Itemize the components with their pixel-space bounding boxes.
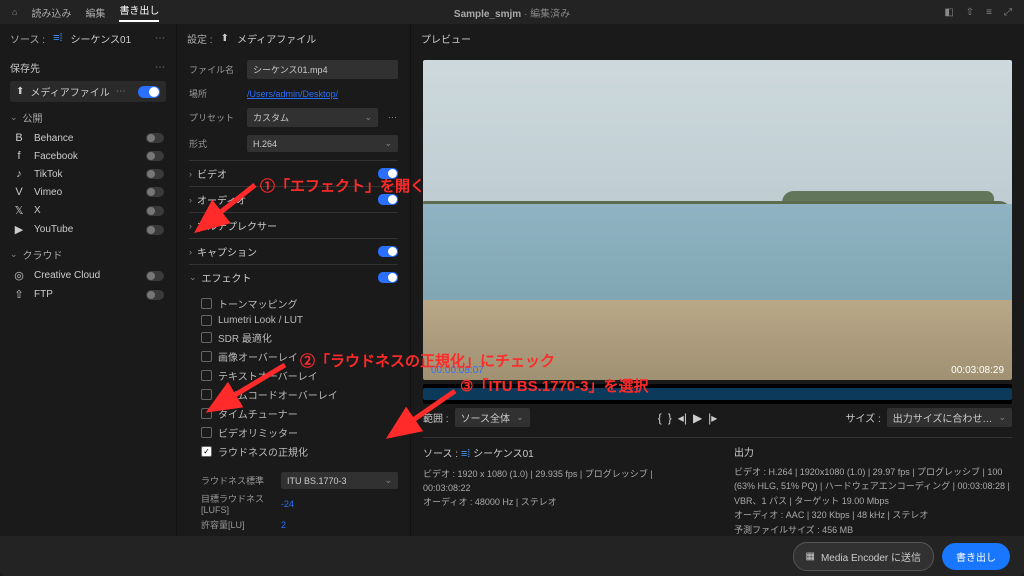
section-video[interactable]: ›ビデオ bbox=[189, 160, 398, 186]
tolerance-value[interactable]: 2 bbox=[281, 520, 286, 530]
preview-viewport[interactable]: 00:00:08:07 00:03:08:29 bbox=[423, 60, 1012, 380]
bar-icon[interactable]: ≡ bbox=[986, 7, 992, 18]
source-more-icon[interactable]: ⋯ bbox=[155, 33, 166, 44]
mf-more-icon[interactable]: ⋯ bbox=[116, 86, 127, 97]
check-video-limiter[interactable]: ビデオリミッター bbox=[201, 423, 398, 442]
share-icon[interactable]: ⇧ bbox=[966, 7, 974, 18]
source-header: ソース : ≡⁞ シーケンス01 ⋯ bbox=[0, 24, 176, 52]
target-loudness-value[interactable]: -24 bbox=[281, 499, 294, 509]
loudness-standard-select[interactable]: ITU BS.1770-3⌄ bbox=[281, 472, 398, 489]
group-cloud[interactable]: ⌄クラウド bbox=[10, 247, 166, 262]
set-in-icon[interactable]: { bbox=[658, 411, 662, 425]
scrub-bar[interactable] bbox=[423, 384, 1012, 404]
send-to-media-encoder-button[interactable]: ▦Media Encoder に送信 bbox=[793, 542, 935, 571]
upload-icon: ⬆ bbox=[16, 86, 24, 97]
app-icon: ⌂ bbox=[12, 7, 17, 17]
dest-facebook[interactable]: fFacebook bbox=[10, 147, 166, 165]
size-select[interactable]: 出力サイズに合わせ…⌄ bbox=[887, 408, 1012, 427]
info-src-video: ビデオ : 1920 x 1080 (1.0) | 29.935 fps | プ… bbox=[423, 467, 694, 496]
media-encoder-icon: ▦ bbox=[806, 551, 815, 562]
dest-behance[interactable]: BBehance bbox=[10, 129, 166, 147]
workspace-icon[interactable]: ◧ bbox=[944, 7, 953, 18]
info-out-size: 予測ファイルサイズ : 456 MB bbox=[734, 523, 1012, 537]
section-caption[interactable]: ›キャプション bbox=[189, 238, 398, 264]
footer: ▦Media Encoder に送信 書き出し bbox=[0, 536, 1024, 576]
check-tone[interactable]: トーンマッピング bbox=[201, 294, 398, 313]
toggle-off[interactable] bbox=[146, 133, 164, 143]
timecode-right: 00:03:08:29 bbox=[951, 365, 1004, 376]
caption-toggle[interactable] bbox=[378, 246, 398, 257]
creative-cloud-icon: ◎ bbox=[12, 269, 26, 282]
video-toggle[interactable] bbox=[378, 168, 398, 179]
behance-icon: B bbox=[12, 132, 26, 144]
tab-import[interactable]: 読み込み bbox=[31, 5, 71, 20]
media-file-toggle[interactable] bbox=[138, 86, 160, 98]
preview-pane: 00:00:08:07 00:03:08:29 範囲 : ソース全体⌄ { } … bbox=[410, 52, 1024, 536]
facebook-icon: f bbox=[12, 150, 26, 162]
sequence-icon: ≡⁞ bbox=[53, 32, 62, 44]
tab-edit[interactable]: 編集 bbox=[85, 5, 105, 20]
dest-vimeo[interactable]: VVimeo bbox=[10, 183, 166, 201]
source-name: シーケンス01 bbox=[71, 31, 132, 46]
range-select[interactable]: ソース全体⌄ bbox=[455, 408, 530, 427]
save-to-label: 保存先 bbox=[10, 60, 40, 75]
dest-ftp[interactable]: ⇧FTP bbox=[10, 285, 166, 304]
tiktok-icon: ♪ bbox=[12, 168, 26, 180]
dest-creative-cloud[interactable]: ◎Creative Cloud bbox=[10, 266, 166, 285]
check-time-tuner[interactable]: タイムチューナー bbox=[201, 404, 398, 423]
check-sdr[interactable]: SDR 最適化 bbox=[201, 328, 398, 347]
location-link[interactable]: /Users/admin/Desktop/ bbox=[247, 89, 338, 99]
set-out-icon[interactable]: } bbox=[668, 411, 672, 425]
info-out-audio: オーディオ : AAC | 320 Kbps | 48 kHz | ステレオ bbox=[734, 508, 1012, 522]
audio-toggle[interactable] bbox=[378, 194, 398, 205]
step-fwd-icon[interactable]: |▸ bbox=[708, 411, 717, 425]
filename-input[interactable]: シーケンス01.mp4 bbox=[247, 60, 398, 79]
section-effects[interactable]: ⌄エフェクト bbox=[189, 264, 398, 290]
preview-title: プレビュー bbox=[421, 31, 471, 46]
fullscreen-icon[interactable]: ⤢ bbox=[1004, 7, 1012, 18]
save-more-icon[interactable]: ⋯ bbox=[155, 62, 166, 73]
check-image-overlay[interactable]: 画像オーバーレイ bbox=[201, 347, 398, 366]
play-icon[interactable]: ▶ bbox=[693, 411, 702, 425]
section-multiplexer[interactable]: ›マルチプレクサー bbox=[189, 212, 398, 238]
dest-x[interactable]: 𝕏X bbox=[10, 201, 166, 220]
tab-export[interactable]: 書き出し bbox=[119, 2, 159, 22]
check-timecode-overlay[interactable]: タイムコードオーバーレイ bbox=[201, 385, 398, 404]
check-loudness-normalization[interactable]: ✓ラウドネスの正規化 bbox=[201, 442, 398, 461]
media-file-item[interactable]: ⬆ メディアファイル ⋯ bbox=[10, 81, 166, 102]
preset-select[interactable]: カスタム⌄ bbox=[247, 108, 378, 127]
section-audio[interactable]: ›オーディオ bbox=[189, 186, 398, 212]
check-lut[interactable]: Lumetri Look / LUT bbox=[201, 313, 398, 328]
target-loudness-label: 目標ラウドネス[LUFS] bbox=[201, 492, 273, 515]
dest-tiktok[interactable]: ♪TikTok bbox=[10, 165, 166, 183]
effects-toggle[interactable] bbox=[378, 272, 398, 283]
info-src-audio: オーディオ : 48000 Hz | ステレオ bbox=[423, 495, 694, 509]
ftp-icon: ⇧ bbox=[12, 288, 26, 301]
check-text-overlay[interactable]: テキストオーバーレイ bbox=[201, 366, 398, 385]
timecode-left[interactable]: 00:00:08:07 bbox=[431, 365, 484, 376]
dest-youtube[interactable]: ▶YouTube bbox=[10, 220, 166, 239]
step-back-icon[interactable]: ◂| bbox=[678, 411, 687, 425]
group-public[interactable]: ⌄公開 bbox=[10, 110, 166, 125]
preset-more-icon[interactable]: ⋯ bbox=[388, 112, 398, 123]
format-select[interactable]: H.264⌄ bbox=[247, 135, 398, 152]
youtube-icon: ▶ bbox=[12, 223, 26, 236]
sidebar: 保存先 ⋯ ⬆ メディアファイル ⋯ ⌄公開 BBehance fFacebook… bbox=[0, 52, 176, 536]
vimeo-icon: V bbox=[12, 186, 26, 198]
export-button[interactable]: 書き出し bbox=[942, 543, 1010, 570]
settings-panel: ファイル名シーケンス01.mp4 場所/Users/admin/Desktop/… bbox=[176, 52, 410, 536]
project-title: Sample_smjm · 編集済み bbox=[454, 5, 570, 20]
x-icon: 𝕏 bbox=[12, 204, 26, 217]
top-bar: ⌂ 読み込み 編集 書き出し Sample_smjm · 編集済み ◧ ⇧ ≡ … bbox=[0, 0, 1024, 24]
info-out-video: ビデオ : H.264 | 1920x1080 (1.0) | 29.97 fp… bbox=[734, 465, 1012, 508]
export-icon: ⬆ bbox=[221, 33, 229, 44]
